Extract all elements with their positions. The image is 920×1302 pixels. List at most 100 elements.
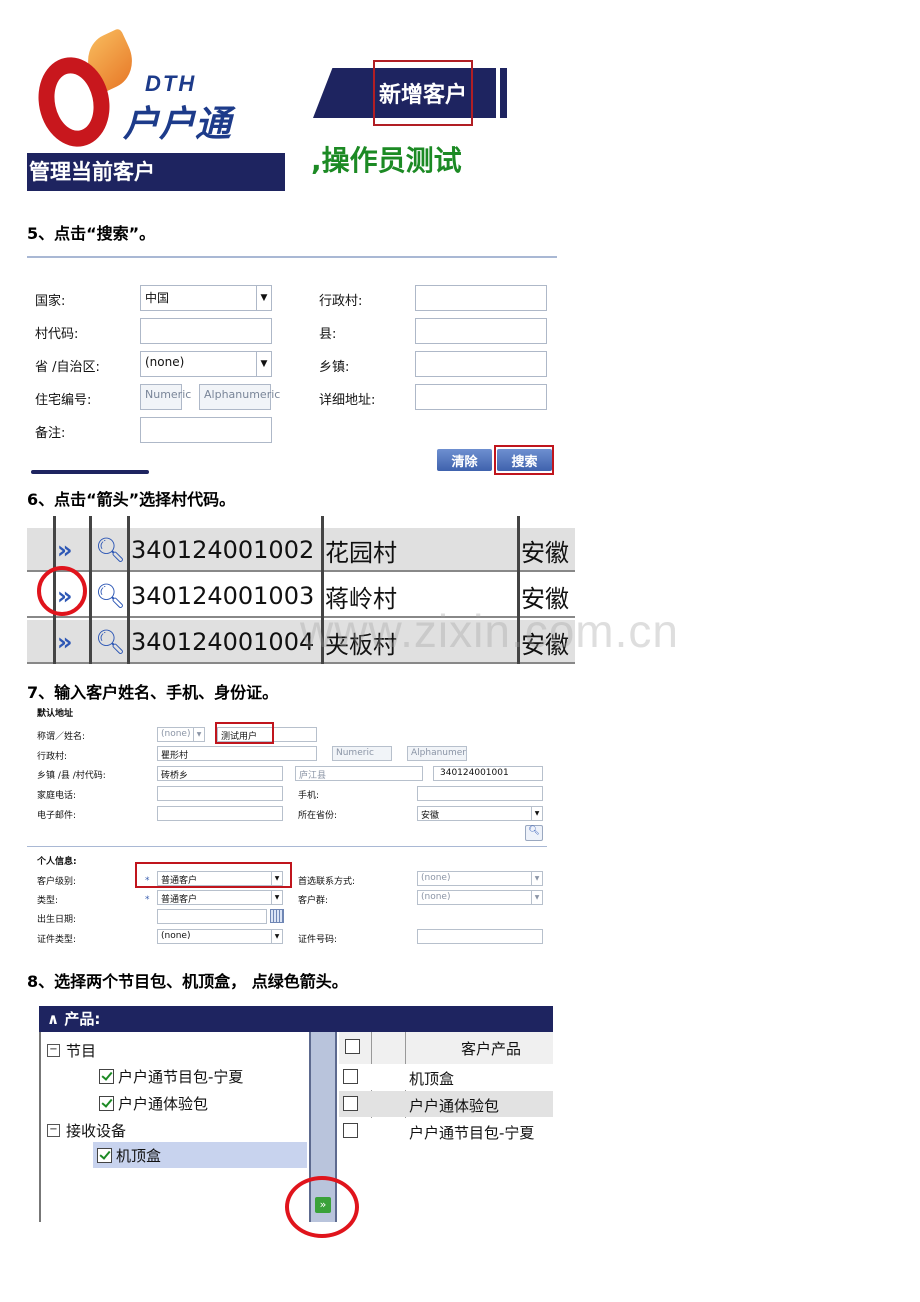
town-input[interactable]: 砖桥乡 [157,766,283,781]
left-border [39,1032,41,1222]
county-input[interactable] [415,318,547,344]
checkbox[interactable] [343,1096,358,1111]
magnifier-icon[interactable]: 🔍︎ [95,528,125,572]
tree-item[interactable]: 户户通节目包-宁夏 [99,1066,243,1087]
header-banner: DTH 户户通 新增客户 管理当前客户 ,操作员测试 [27,27,507,191]
checkbox[interactable] [345,1039,360,1054]
id-no-label: 证件号码: [298,935,338,945]
chevron-down-icon: ▼ [256,352,271,376]
contact-value: (none) [421,873,451,883]
contact-select[interactable]: (none) ▼ [417,871,543,886]
watermark: www.zixin.com.cn [300,605,679,657]
id-type-select[interactable]: (none) ▼ [157,929,283,944]
village-code-input[interactable] [140,318,272,344]
logo-name: 户户通 [123,104,232,145]
village-code-input[interactable]: 340124001001 [433,766,543,781]
group-device-label: 接收设备 [66,1122,127,1140]
product-panel-title: 产品: [64,1010,101,1028]
tab-new-customer[interactable]: 新增客户 [373,60,473,126]
tree-group-program[interactable]: − 节目 [47,1040,96,1061]
highlight-box [494,445,554,475]
alnum-input[interactable]: Alphanumeric [407,746,467,761]
id-no-input[interactable] [417,929,543,944]
manage-customer-link[interactable]: 管理当前客户 [27,153,285,191]
calendar-icon[interactable] [270,909,284,923]
detail-address-input[interactable] [415,384,547,410]
birth-label: 出生日期: [37,915,77,925]
row-product-name: 机顶盒 [409,1070,455,1088]
collapse-icon[interactable]: − [47,1124,60,1137]
column-divider [127,516,130,664]
birth-input[interactable] [157,909,267,924]
checkbox[interactable] [343,1123,358,1138]
magnifier-icon[interactable]: 🔍︎ [95,620,125,664]
type-label: 类型: [37,896,59,906]
town-label: 乡镇: [319,360,350,375]
country-select[interactable]: 中国 ▼ [140,285,272,311]
tree-item-selected[interactable]: 机顶盒 [93,1142,307,1168]
row-checkbox[interactable] [343,1096,362,1111]
province-select[interactable]: (none) ▼ [140,351,272,377]
admin-village-label: 行政村: [319,294,363,309]
admin-village-input[interactable]: 瞿形村 [157,746,317,761]
province-value: 安徽 [421,811,440,821]
mobile-input[interactable] [417,786,543,801]
step-6-text: 6、点击“箭头”选择村代码。 [27,490,236,509]
highlight-box [135,862,292,888]
village-code-label: 村代码: [35,327,79,342]
section-default-address: 默认地址 [37,709,74,719]
type-select[interactable]: 普通客户 ▼ [157,890,283,905]
clear-button[interactable]: 清除 [437,449,492,471]
county-input[interactable]: 庐江县 [295,766,423,781]
checkbox-checked[interactable] [99,1096,114,1111]
id-type-label: 证件类型: [37,935,77,945]
select-all-checkbox[interactable] [345,1039,364,1054]
product-panel-header[interactable]: ∧ 产品: [39,1006,553,1032]
column-divider [89,516,92,664]
tree-group-device[interactable]: − 接收设备 [47,1120,126,1141]
house-numeric-input[interactable]: Numeric [140,384,191,410]
checkbox[interactable] [343,1069,358,1084]
province-select[interactable]: 安徽 ▼ [417,806,543,821]
chevron-down-icon: ▼ [531,872,542,885]
group-label: 客户群: [298,896,329,906]
town-input[interactable] [415,351,547,377]
row-product-name: 户户通体验包 [409,1097,500,1115]
village-province: 安徽 [521,538,569,567]
email-label: 电子邮件: [37,811,77,821]
item-label: 户户通节目包-宁夏 [118,1068,244,1086]
numeric-input[interactable]: Numeric [332,746,392,761]
collapse-icon[interactable]: − [47,1044,60,1057]
remark-input[interactable] [140,417,272,443]
admin-village-input[interactable] [415,285,547,311]
magnifier-icon[interactable]: 🔍︎ [95,574,125,618]
step-8-text: 8、选择两个节目包、机顶盒， 点绿色箭头。 [27,972,348,991]
section-personal: 个人信息: [37,857,77,867]
row-product-name: 户户通节目包-宁夏 [409,1124,535,1142]
title-select[interactable]: (none) ▼ [157,727,205,742]
house-alnum-input[interactable]: Alphanumeric [199,384,280,410]
village-code: 340124001002 [131,536,315,564]
item-label: 户户通体验包 [118,1095,209,1113]
table-row[interactable]: » 🔍︎ 340124001002 花园村 安徽 [27,528,575,572]
group-select[interactable]: (none) ▼ [417,890,543,905]
chevron-down-icon: ▼ [256,286,271,310]
row-checkbox[interactable] [343,1069,362,1084]
mobile-label: 手机: [298,791,320,801]
chevron-down-icon: ▼ [271,891,282,904]
select-arrow-icon[interactable]: » [57,620,73,664]
house-no-label: 住宅编号: [35,393,92,408]
home-phone-input[interactable] [157,786,283,801]
tree-item[interactable]: 户户通体验包 [99,1093,208,1114]
highlight-circle [37,566,87,616]
title-name-label: 称谓／姓名: [37,732,86,742]
row-checkbox[interactable] [343,1123,362,1138]
checkbox-checked[interactable] [97,1147,112,1163]
lookup-icon[interactable]: 🔍︎ [525,825,543,841]
checkbox-checked[interactable] [99,1069,114,1084]
email-input[interactable] [157,806,283,821]
item-label: 机顶盒 [116,1146,162,1165]
group-program-label: 节目 [66,1042,97,1060]
chevron-up-icon[interactable]: ∧ [47,1010,64,1028]
country-value: 中国 [145,291,170,305]
